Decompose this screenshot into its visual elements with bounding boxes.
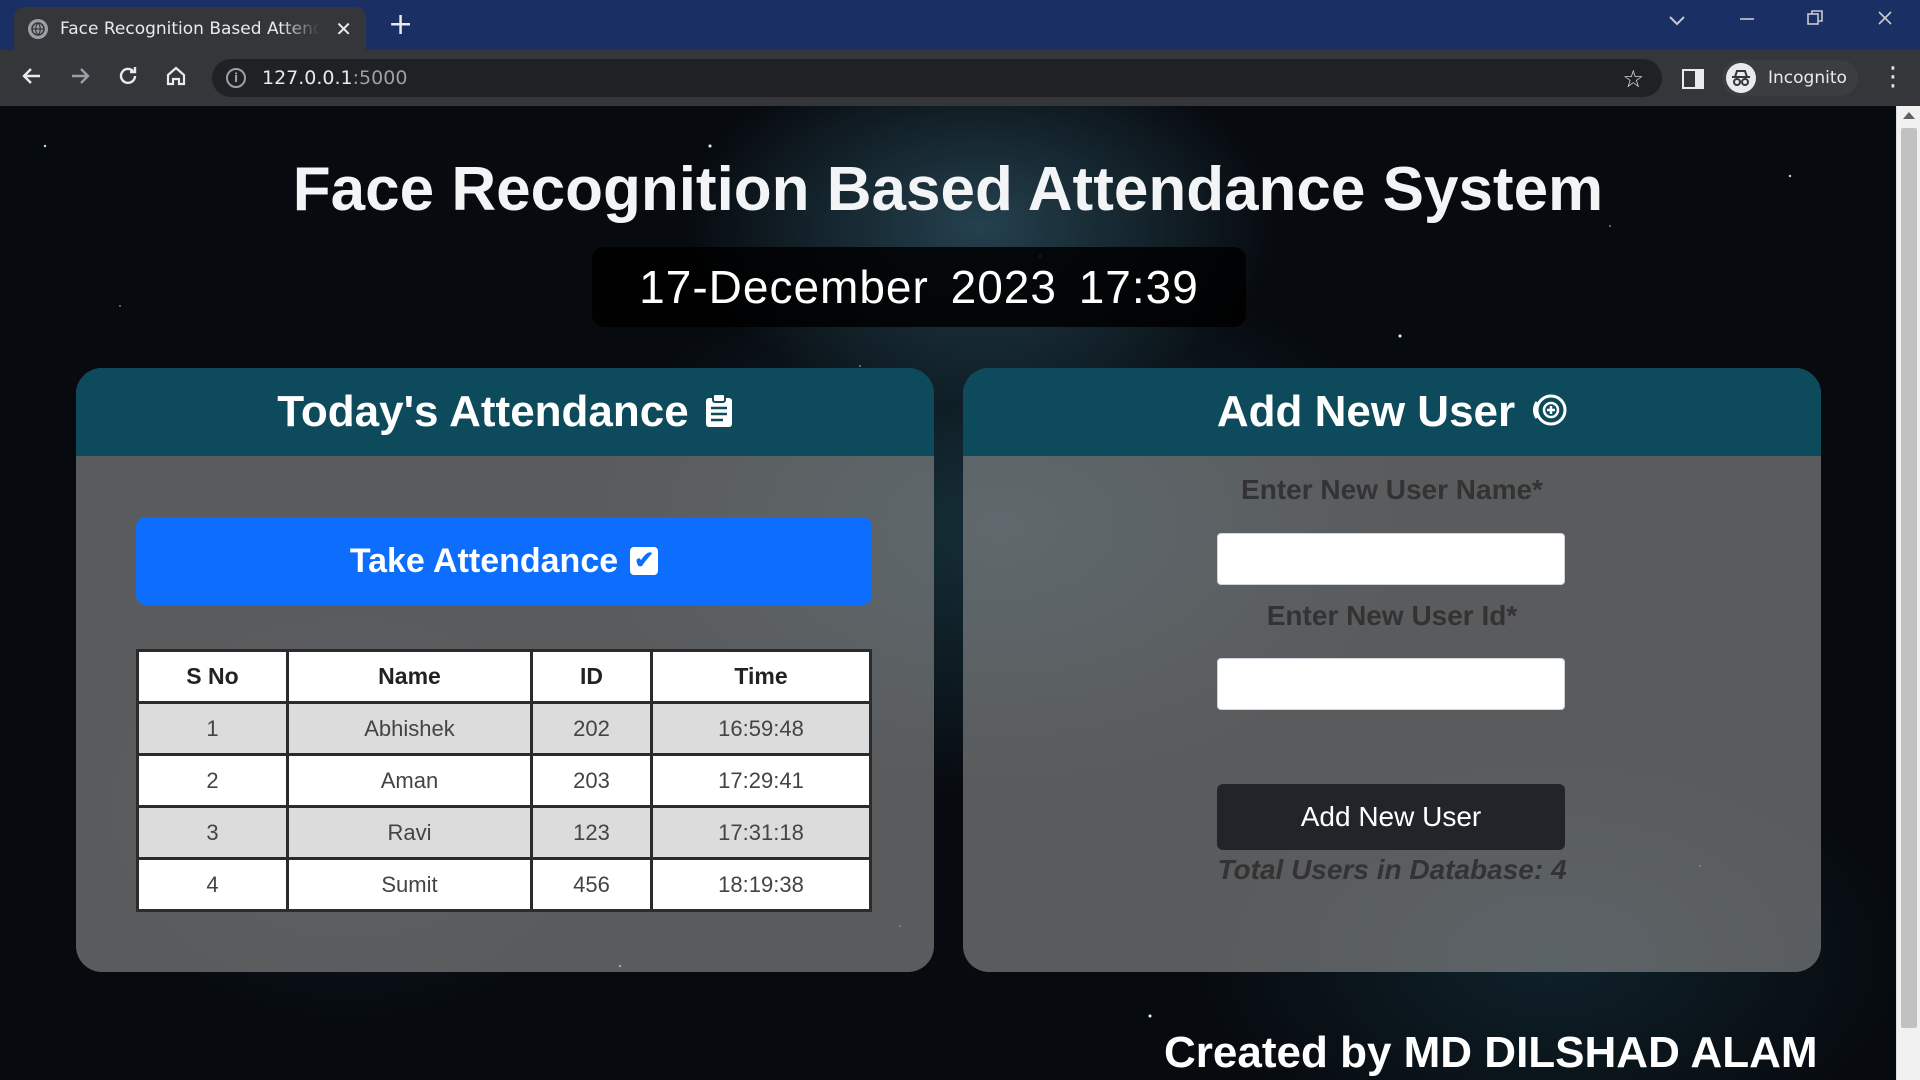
cell-time: 18:19:38: [650, 857, 872, 912]
cell-time: 17:29:41: [650, 753, 872, 808]
minimize-icon[interactable]: [1738, 8, 1756, 32]
globe-icon: [28, 18, 48, 39]
browser-tab-strip: Face Recognition Based Attendance System…: [0, 0, 1920, 50]
attendance-panel-header: Today's Attendance: [76, 368, 934, 456]
cell-id: 203: [530, 753, 653, 808]
star-icon[interactable]: ☆: [1622, 65, 1644, 93]
cell-sno: 1: [136, 701, 289, 756]
clipboard-icon: [705, 370, 733, 458]
cell-name: Abhishek: [286, 701, 533, 756]
site-info-icon[interactable]: i: [226, 68, 246, 88]
cell-sno: 3: [136, 805, 289, 860]
attendance-heading: Today's Attendance: [277, 387, 689, 436]
browser-toolbar: i 127.0.0.1 :5000 ☆ Incognito ⋮: [0, 50, 1920, 106]
tab-search-icon[interactable]: [1668, 8, 1686, 32]
cell-sno: 2: [136, 753, 289, 808]
cell-name: Ravi: [286, 805, 533, 860]
user-id-input[interactable]: [1217, 658, 1565, 710]
cell-sno: 4: [136, 857, 289, 912]
table-row: 1 Abhishek 202 16:59:48: [136, 701, 872, 756]
attendance-table: S No Name ID Time 1 Abhishek 202 16:59:4…: [136, 649, 872, 912]
url-host: 127.0.0.1: [262, 67, 353, 89]
home-icon[interactable]: [164, 64, 188, 94]
cell-name: Aman: [286, 753, 533, 808]
author-credit: Created by MD DILSHAD ALAM: [1164, 1028, 1818, 1077]
incognito-icon: [1726, 63, 1756, 93]
take-attendance-label: Take Attendance: [349, 542, 619, 580]
add-user-panel-header: Add New User: [963, 368, 1821, 456]
forward-icon[interactable]: [68, 64, 92, 94]
incognito-profile[interactable]: Incognito: [1722, 60, 1858, 96]
column-header-time: Time: [650, 649, 872, 704]
column-header-name: Name: [286, 649, 533, 704]
scrollbar-thumb[interactable]: [1901, 128, 1917, 1028]
page-title: Face Recognition Based Attendance System: [292, 155, 1604, 224]
checkbox-icon: ✔: [630, 547, 659, 575]
attendance-panel: Today's Attendance Take Attendance ✔ S No…: [76, 368, 934, 972]
take-attendance-button[interactable]: Take Attendance ✔: [136, 517, 872, 605]
table-row: 4 Sumit 456 18:19:38: [136, 857, 872, 912]
page-scrollbar[interactable]: [1896, 106, 1920, 1080]
cell-time: 17:31:18: [650, 805, 872, 860]
add-user-heading: Add New User: [1216, 387, 1516, 436]
column-header-id: ID: [530, 649, 653, 704]
column-header-sno: S No: [136, 649, 289, 704]
add-new-user-button[interactable]: Add New User: [1217, 784, 1565, 850]
address-bar[interactable]: i 127.0.0.1 :5000 ☆: [212, 59, 1662, 97]
close-window-icon[interactable]: [1876, 8, 1894, 32]
side-panel-icon[interactable]: [1682, 69, 1704, 89]
cell-time: 16:59:48: [650, 701, 872, 756]
url-port: :5000: [352, 67, 408, 89]
scroll-up-arrow-icon[interactable]: [1903, 112, 1915, 119]
cell-name: Sumit: [286, 857, 533, 912]
current-datetime: 17-December 2023 17:39: [592, 247, 1246, 327]
incognito-label: Incognito: [1768, 68, 1847, 88]
cell-id: 123: [530, 805, 653, 860]
total-users-text: Total Users in Database: 4: [1217, 854, 1567, 885]
tab-close-icon[interactable]: ✕: [335, 17, 352, 41]
browser-menu-icon[interactable]: ⋮: [1880, 62, 1906, 92]
back-icon[interactable]: [20, 64, 44, 94]
table-row: 2 Aman 203 17:29:41: [136, 753, 872, 808]
user-name-label: Enter New User Name*: [1241, 474, 1543, 505]
add-user-panel: Add New User Enter New User Name* Enter …: [963, 368, 1821, 972]
cell-id: 202: [530, 701, 653, 756]
cell-id: 456: [530, 857, 653, 912]
page-viewport: Face Recognition Based Attendance System…: [0, 106, 1920, 1080]
tab-title: Face Recognition Based Attendance System: [60, 18, 320, 39]
browser-tab[interactable]: Face Recognition Based Attendance System…: [14, 7, 366, 50]
table-row: 3 Ravi 123 17:31:18: [136, 805, 872, 860]
user-id-label: Enter New User Id*: [1266, 600, 1518, 631]
reload-icon[interactable]: [116, 64, 140, 94]
new-tab-button[interactable]: +: [388, 10, 413, 40]
table-header-row: S No Name ID Time: [136, 649, 872, 704]
user-name-input[interactable]: [1217, 533, 1565, 585]
restore-icon[interactable]: [1806, 8, 1824, 32]
add-circle-icon: [1531, 370, 1567, 458]
